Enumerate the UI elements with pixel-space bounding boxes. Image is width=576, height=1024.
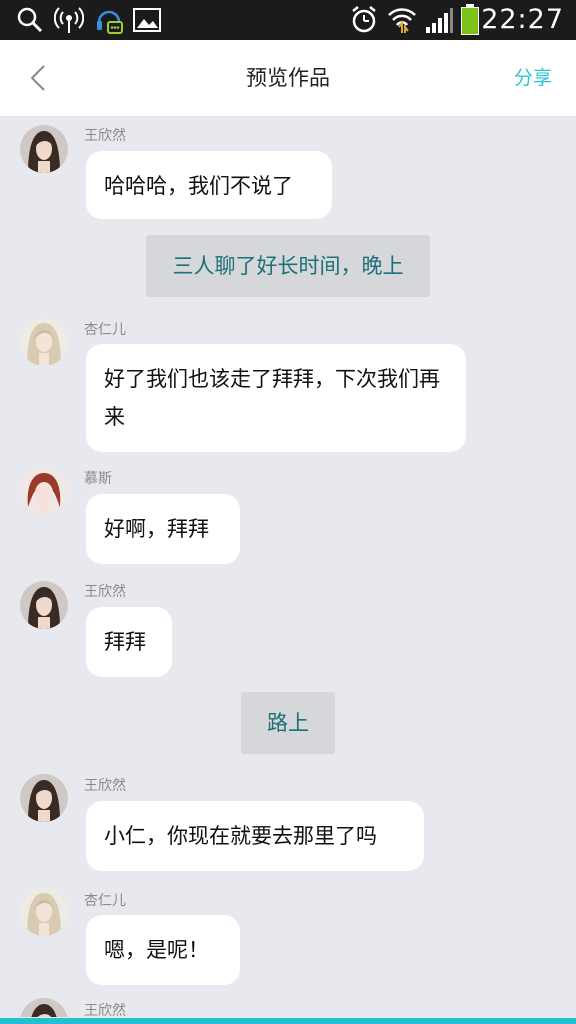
bottom-accent-bar <box>0 1018 576 1024</box>
message-bubble[interactable]: 嗯，是呢！ <box>86 915 240 985</box>
page-title: 预览作品 <box>246 66 330 90</box>
search-icon <box>16 4 44 36</box>
avatar[interactable] <box>20 467 68 515</box>
sender-name: 王欣然 <box>84 128 126 144</box>
sender-name: 王欣然 <box>84 778 126 794</box>
wifi-icon <box>386 4 418 36</box>
sender-name: 王欣然 <box>84 1003 126 1017</box>
signal-icon <box>424 4 454 36</box>
clock: 22:27 <box>481 4 564 35</box>
sender-name: 杏仁儿 <box>84 322 126 338</box>
avatar[interactable] <box>20 774 68 822</box>
scene-narration[interactable]: 三人聊了好长时间，晚上 <box>146 235 430 297</box>
avatar[interactable] <box>20 888 68 936</box>
sender-name: 王欣然 <box>84 584 126 600</box>
message-bubble[interactable]: 哈哈哈，我们不说了 <box>86 151 332 219</box>
app-header: 预览作品 分享 <box>0 40 576 117</box>
chat-preview[interactable]: 王欣然 哈哈哈，我们不说了 三人聊了好长时间，晚上 杏仁儿 好了我们也该走了拜拜… <box>0 117 576 1017</box>
hotspot-icon <box>54 4 84 36</box>
avatar[interactable] <box>20 125 68 173</box>
share-button[interactable]: 分享 <box>514 40 552 116</box>
message-bubble[interactable]: 拜拜 <box>86 607 172 677</box>
headset-notification-icon <box>94 4 124 36</box>
avatar[interactable] <box>20 581 68 629</box>
message-bubble[interactable]: 好了我们也该走了拜拜，下次我们再来 <box>86 344 466 452</box>
sender-name: 杏仁儿 <box>84 893 126 909</box>
alarm-icon <box>350 4 378 36</box>
image-icon <box>132 4 162 36</box>
message-bubble[interactable]: 好啊，拜拜 <box>86 494 240 564</box>
battery-icon <box>460 4 480 36</box>
avatar[interactable] <box>20 318 68 366</box>
message-bubble[interactable]: 小仁，你现在就要去那里了吗 <box>86 801 424 871</box>
scene-narration[interactable]: 路上 <box>241 692 335 754</box>
avatar[interactable] <box>20 998 68 1017</box>
sender-name: 慕斯 <box>84 471 112 487</box>
status-bar: 22:27 <box>0 0 576 40</box>
